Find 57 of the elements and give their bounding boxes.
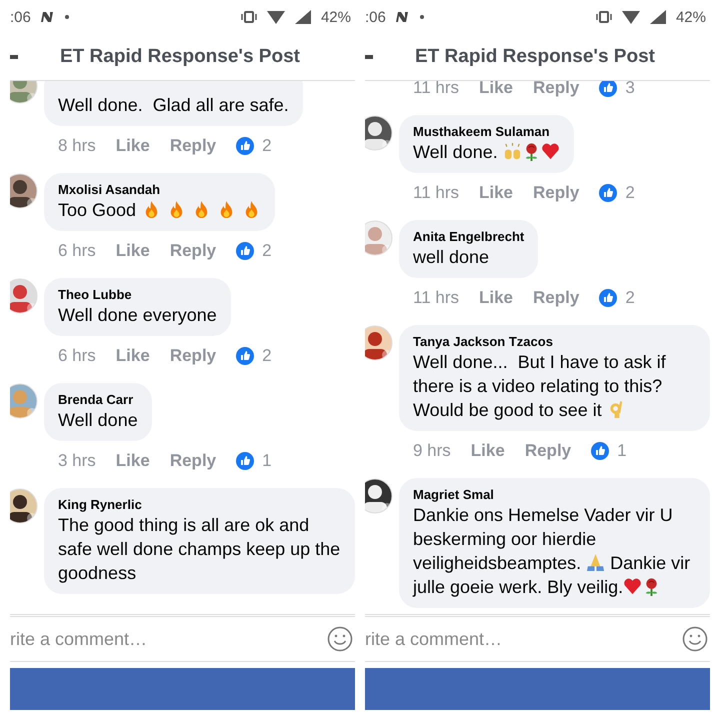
comment-text: The good thing is all are ok and safe well done champs keep up the goodness — [58, 514, 341, 585]
reply-link[interactable]: Reply — [533, 288, 580, 308]
like-count: 2 — [625, 288, 635, 308]
like-link[interactable]: Like — [479, 81, 514, 98]
post-title: ET Rapid Response's Post — [60, 46, 300, 68]
like-link[interactable]: Like — [116, 451, 150, 471]
comment-text: Dankie ons Hemelse Vader vir U beskerming oor hierdie veiligheidsbeamptes. Dankie vir julle goeie werk. Bly veilig. — [413, 504, 692, 599]
post-title: ET Rapid Response's Post — [415, 46, 655, 68]
like-count: 1 — [262, 451, 272, 471]
reply-link[interactable]: Reply — [170, 451, 216, 471]
comment-text: Well done everyone — [58, 304, 217, 327]
battery-level: 42% — [676, 8, 706, 26]
comment-text: Well done. — [413, 140, 560, 164]
commenter-name[interactable]: Anita Engelbrecht — [413, 228, 524, 245]
commenter-name[interactable]: Magriet Smal — [413, 486, 696, 503]
like-count: 2 — [262, 346, 272, 366]
reply-link[interactable]: Reply — [533, 81, 580, 98]
comment-time: 8 hrs — [58, 136, 96, 156]
reply-link[interactable]: Reply — [170, 241, 216, 261]
commenter-name[interactable]: Theo Lubbe — [58, 286, 217, 303]
comment-text: Well done — [58, 409, 138, 432]
like-link[interactable]: Like — [116, 241, 150, 261]
status-time: :06 — [365, 8, 386, 26]
comment-time: 9 hrs — [413, 441, 451, 461]
comment-time: 11 hrs — [413, 183, 459, 203]
commenter-name[interactable]: Tanya Jackson Tzacos — [413, 333, 696, 350]
status-time: :06 — [10, 8, 31, 26]
commenter-name[interactable]: Mxolisi Asandah — [58, 181, 262, 198]
like-count: 2 — [625, 183, 635, 203]
like-link[interactable]: Like — [470, 441, 505, 461]
reply-link[interactable]: Reply — [170, 346, 216, 366]
comment-text: Well done. Glad all are safe. — [58, 94, 289, 117]
reply-link[interactable]: Reply — [170, 136, 216, 156]
reply-link[interactable]: Reply — [533, 183, 580, 203]
commenter-name[interactable]: Musthakeem Sulaman — [413, 123, 560, 140]
comment-time: 3 hrs — [58, 451, 96, 471]
like-link[interactable]: Like — [116, 346, 150, 366]
like-link[interactable]: Like — [479, 183, 514, 203]
comment-input[interactable]: rite a comment… — [10, 628, 327, 650]
reply-link[interactable]: Reply — [524, 441, 572, 461]
like-count: 2 — [262, 136, 272, 156]
comment-time: 6 hrs — [58, 346, 96, 366]
comment-time: 11 hrs — [413, 81, 459, 98]
like-count: 3 — [625, 81, 635, 98]
comment-input[interactable]: rite a comment… — [365, 628, 682, 650]
comment-time: 6 hrs — [58, 241, 96, 261]
comment-text: Too Good — [58, 198, 262, 222]
like-link[interactable]: Like — [116, 136, 150, 156]
battery-level: 42% — [320, 8, 351, 26]
comment-time: 11 hrs — [413, 288, 459, 308]
comment-text: well done — [413, 246, 490, 269]
comment-text: Well done... But I have to ask if there is a video relating to this? Would be good to see it — [413, 351, 667, 422]
commenter-name[interactable]: King Rynerlic — [58, 496, 341, 513]
commenter-name[interactable]: Brenda Carr — [58, 391, 138, 408]
like-link[interactable]: Like — [479, 288, 514, 308]
like-count: 1 — [617, 441, 627, 461]
like-count: 2 — [262, 241, 272, 261]
